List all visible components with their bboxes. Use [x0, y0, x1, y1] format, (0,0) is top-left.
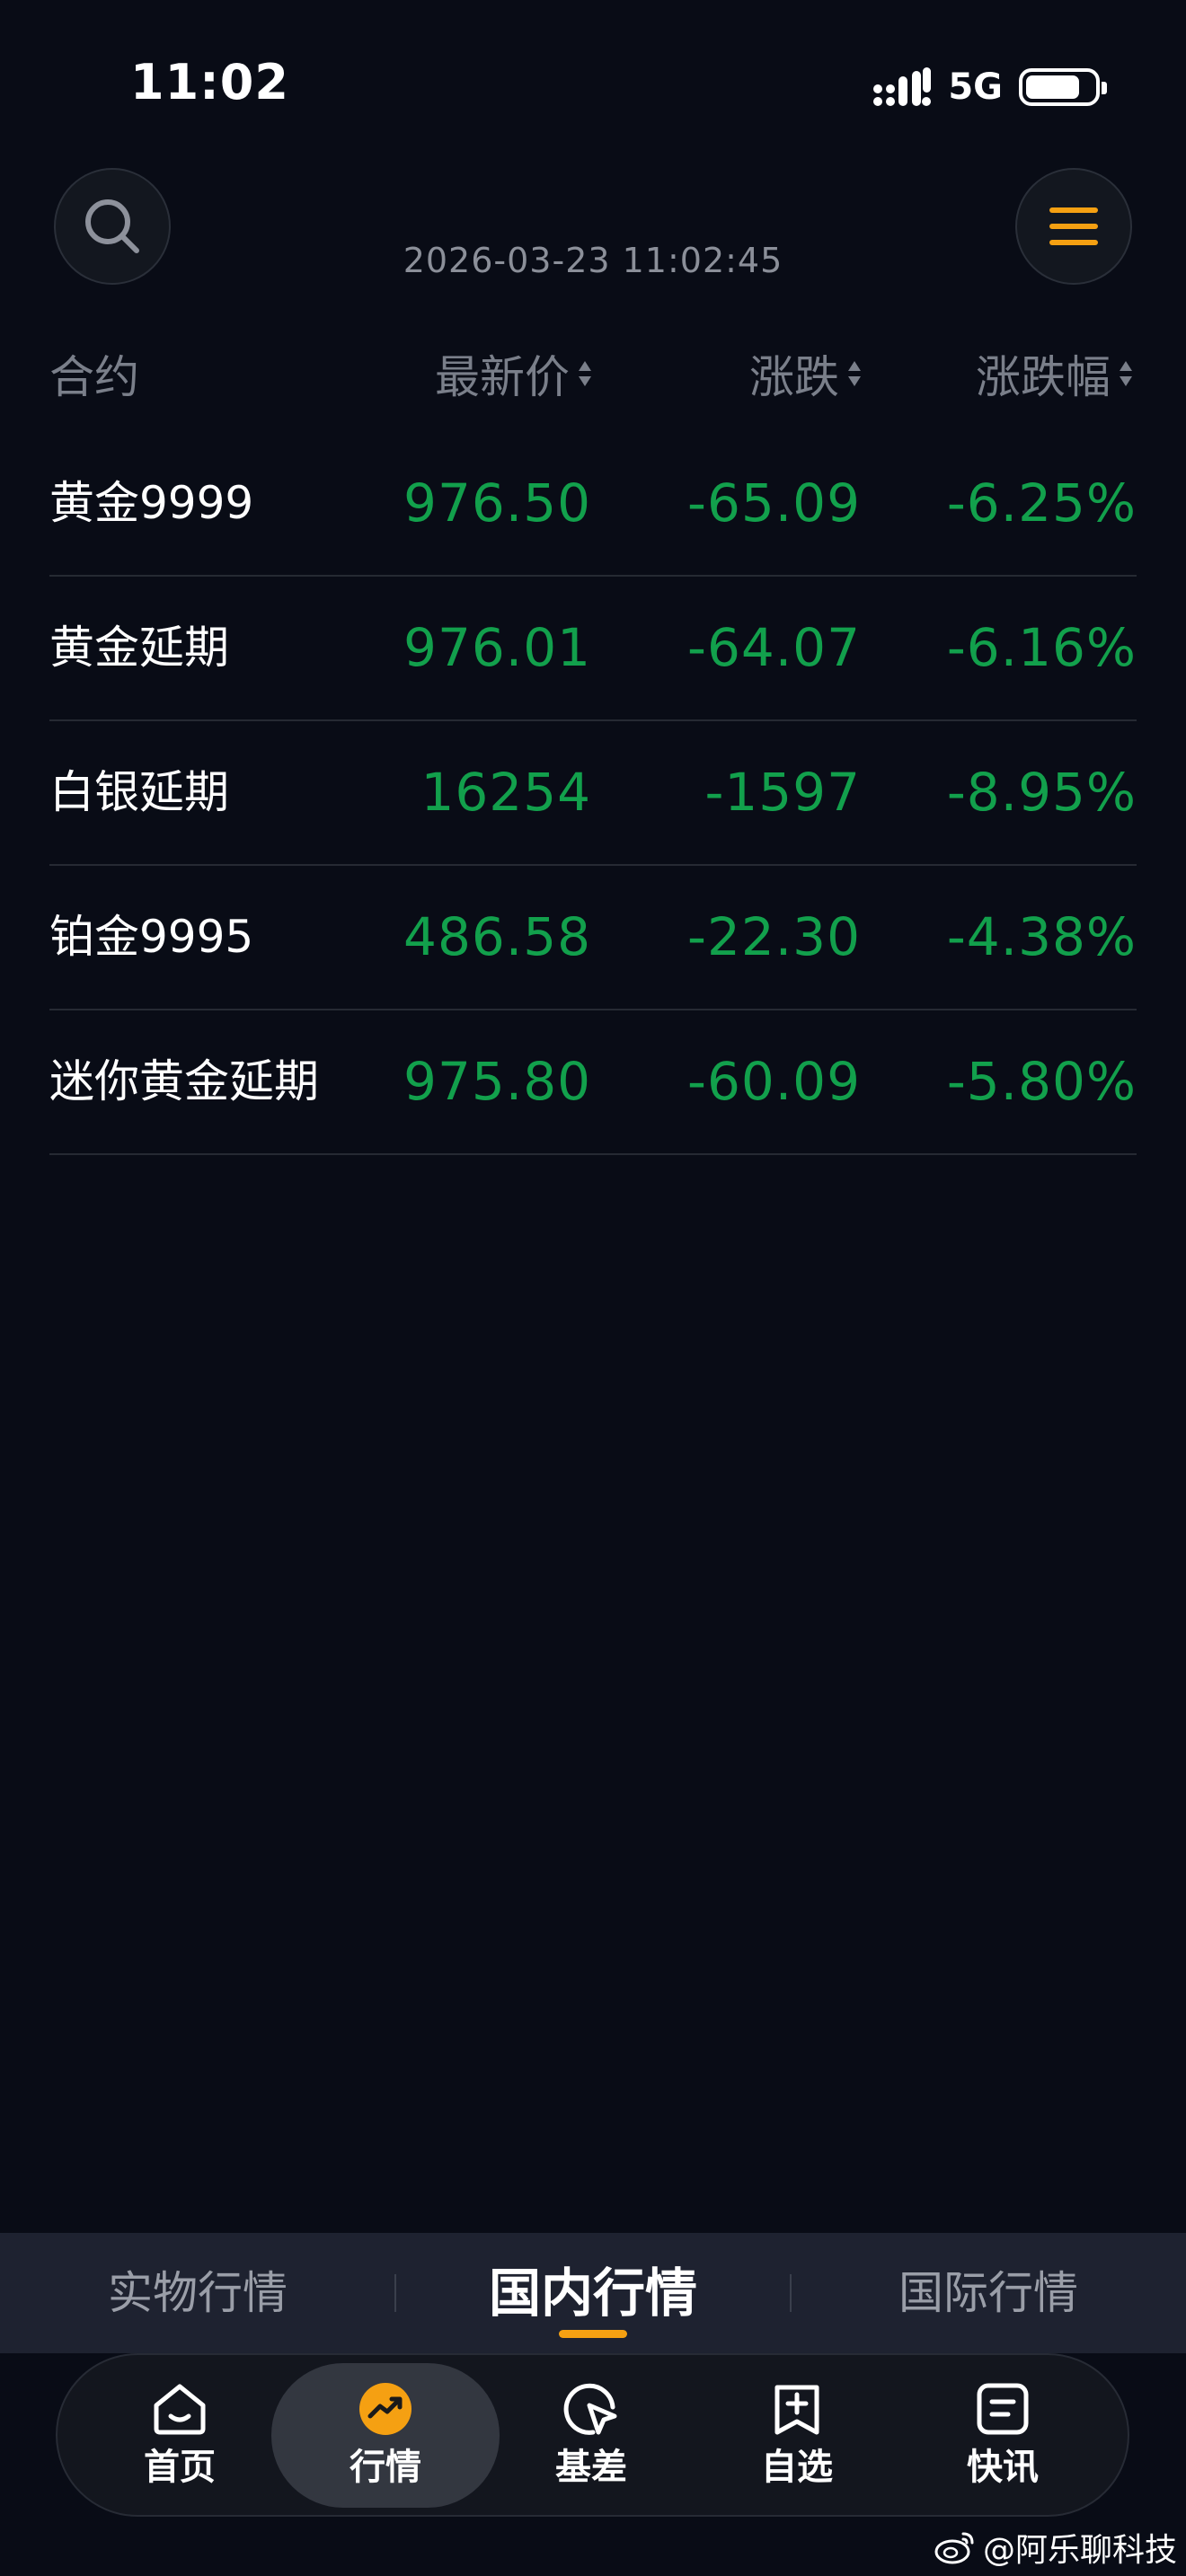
menu-button[interactable] [1015, 168, 1132, 285]
watermark: @阿乐聊科技 [934, 2524, 1177, 2571]
nav-news[interactable]: 快讯 [931, 2382, 1075, 2490]
news-flash-icon [977, 2383, 1029, 2435]
tab-international-market[interactable]: 国际行情 [791, 2233, 1186, 2353]
contract-name: 白银延期 [49, 766, 229, 818]
change-percent: -6.25% [946, 472, 1137, 534]
update-timestamp: 2026-03-23 11:02:45 [403, 241, 783, 280]
table-row[interactable]: 迷你黄金延期 975.80 -60.09 -5.80% [49, 1010, 1137, 1155]
latest-price: 976.01 [403, 617, 591, 678]
nav-watchlist[interactable]: 自选 [725, 2382, 869, 2490]
change-percent: -4.38% [946, 906, 1137, 967]
contract-name: 迷你黄金延期 [49, 1055, 319, 1107]
nav-home[interactable]: 首页 [108, 2382, 252, 2490]
latest-price: 486.58 [403, 906, 591, 967]
nav-label: 行情 [350, 2447, 421, 2488]
basis-icon [563, 2383, 617, 2435]
signal-icon [873, 67, 932, 106]
sort-icon [848, 361, 861, 386]
table-row[interactable]: 白银延期 16254 -1597 -8.95% [49, 721, 1137, 866]
price-change: -64.07 [687, 617, 861, 678]
contract-name: 铂金9995 [49, 911, 254, 963]
sort-icon [1120, 361, 1132, 386]
table-header: 合约 最新价 涨跌 涨跌幅 [0, 341, 1186, 404]
nav-market[interactable]: 行情 [314, 2382, 457, 2490]
market-screen: 11:02 5G 2026-03-23 11:02:45 合约 最新价 涨跌 涨… [0, 0, 1186, 2576]
table-row[interactable]: 黄金延期 976.01 -64.07 -6.16% [49, 577, 1137, 721]
status-indicators: 5G [872, 65, 1107, 110]
price-change: -60.09 [687, 1051, 861, 1112]
nav-label: 首页 [144, 2447, 216, 2488]
latest-price: 16254 [420, 762, 591, 823]
nav-label: 自选 [761, 2447, 833, 2488]
nav-basis[interactable]: 基差 [519, 2382, 663, 2490]
status-time: 11:02 [130, 54, 289, 110]
sort-icon [579, 361, 591, 386]
latest-price: 975.80 [403, 1051, 591, 1112]
price-change: -1597 [704, 762, 861, 823]
change-percent: -5.80% [946, 1051, 1137, 1112]
change-percent: -6.16% [946, 617, 1137, 678]
header-pct-sort[interactable]: 涨跌幅 [976, 341, 1134, 406]
market-trend-icon [359, 2383, 412, 2435]
nav-label: 基差 [555, 2447, 627, 2488]
tab-physical-market[interactable]: 实物行情 [0, 2233, 395, 2353]
price-change: -65.09 [687, 472, 861, 534]
header-change-sort[interactable]: 涨跌 [749, 341, 863, 406]
battery-icon [1019, 68, 1107, 106]
table-row[interactable]: 铂金9995 486.58 -22.30 -4.38% [49, 866, 1137, 1010]
contract-name: 黄金9999 [49, 477, 254, 529]
change-percent: -8.95% [946, 762, 1137, 823]
price-change: -22.30 [687, 906, 861, 967]
network-type: 5G [948, 66, 1003, 108]
header-contract: 合约 [49, 351, 139, 403]
contract-name: 黄金延期 [49, 622, 229, 674]
menu-icon [1049, 207, 1098, 245]
weibo-logo-icon [934, 2532, 974, 2564]
watermark-text: @阿乐聊科技 [982, 2532, 1177, 2569]
home-icon [154, 2384, 206, 2435]
latest-price: 976.50 [403, 472, 591, 534]
header-price-sort[interactable]: 最新价 [435, 341, 593, 406]
add-watchlist-icon [774, 2385, 819, 2435]
nav-label: 快讯 [967, 2447, 1039, 2488]
active-tab-indicator [559, 2330, 627, 2338]
table-row[interactable]: 黄金9999 976.50 -65.09 -6.25% [49, 432, 1137, 577]
